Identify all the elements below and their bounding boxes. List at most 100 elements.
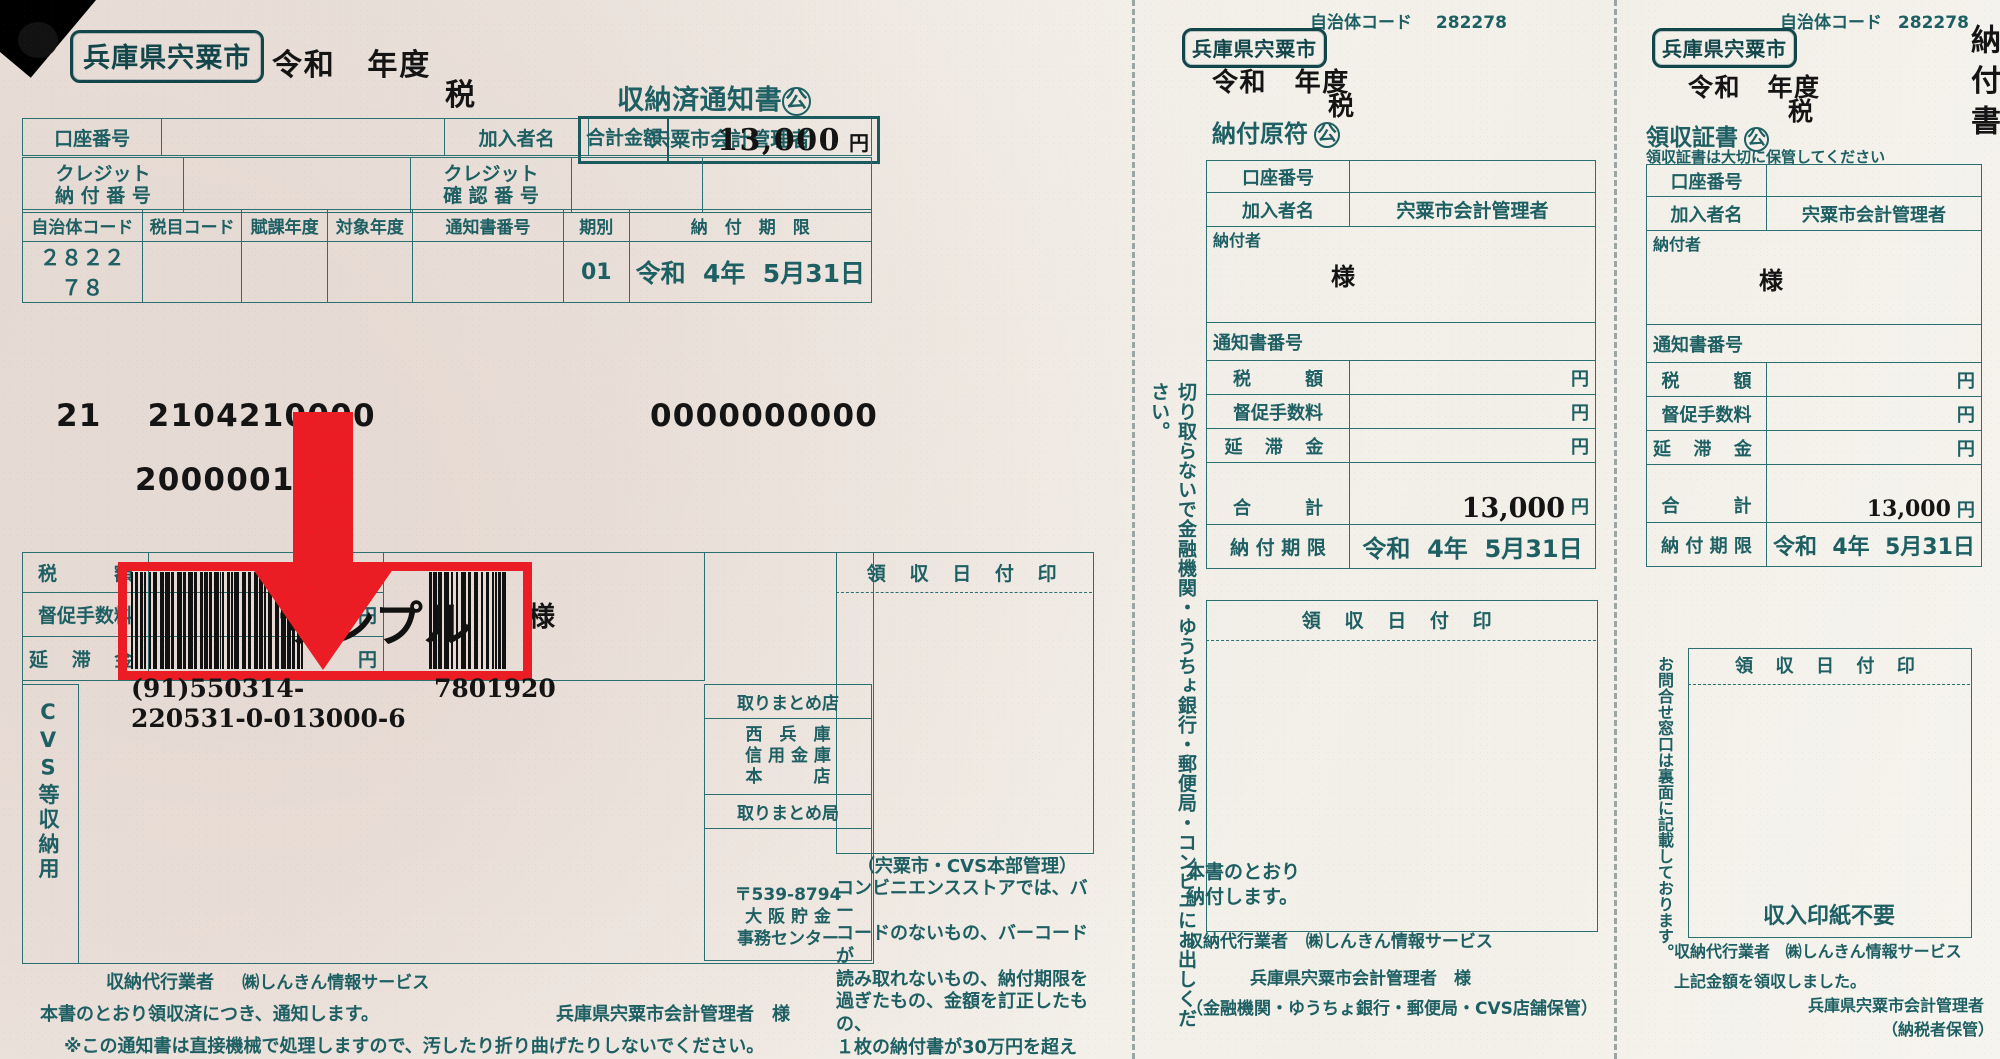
right-late-label: 延 滞 金 (1645, 430, 1768, 465)
right-stub-panel: 自治体コード 282278 兵庫県宍粟市 令和 年度 税 領収証書公 領収証書は… (1630, 0, 2000, 1059)
official-mark-icon: 公 (1314, 122, 1341, 149)
middle-member-label: 加入者名 (1206, 192, 1350, 227)
right-total-cell: 13,000 円 (1766, 464, 1982, 523)
right-reminder-unit: 円 (1956, 404, 1975, 426)
cvs-notes-line: 過ぎたもの、金額を訂正したもの、 (836, 991, 1088, 1036)
right-account-value[interactable] (1766, 164, 1982, 197)
right-total-row: 合 計 13,000 円 (1645, 464, 1982, 523)
main-municipality-stamp: 兵庫県宍粟市 (70, 30, 265, 83)
right-notice-no-row: 通知書番号 (1646, 324, 1982, 363)
right-payer-suffix: 様 (1759, 267, 1783, 295)
right-late-cell[interactable]: 円 (1766, 430, 1982, 465)
main-footer-authority: 兵庫県宍粟市会計管理者 様 (556, 1004, 790, 1025)
collector-post-label: 取りまとめ局 (704, 794, 872, 829)
collector-store-value-row: 西 兵 庫 信 用 金 庫 本 店 (704, 718, 872, 795)
total-amount-label: 合計金額 (581, 119, 669, 161)
credit-confirm-number-label: クレジット 確 認 番 号 (410, 157, 572, 213)
middle-payer-row: 納付者 様 (1206, 226, 1596, 323)
right-due-value: 令和 4年 5月31日 (1766, 522, 1982, 567)
barcode-number-lines: (91)550314- 220531-0-013000-6 (131, 674, 406, 733)
code-header-2: 賦課年度 (241, 209, 328, 242)
middle-notice-no-cell[interactable]: 通知書番号 (1206, 322, 1596, 361)
cvs-vertical-label: CVS等収納用 (36, 700, 60, 883)
middle-footer-agent-name: ㈱しんきん情報サービス (1305, 932, 1493, 952)
right-due-label: 納 付 期 限 (1645, 522, 1768, 567)
middle-payer-label: 納付者 (1213, 231, 1262, 250)
right-footer-line-3: 兵庫県宍粟市会計管理者 (1807, 996, 1984, 1015)
middle-stub-panel: 自治体コード 282278 兵庫県宍粟市 令和 年度 税 納付原符公 口座番号 … (1180, 0, 1610, 1059)
total-amount-value-wrap: 13,000 円 (669, 123, 877, 158)
right-contact-vertical-note: お問合せ窓口は裏面に記載しております。 (1655, 656, 1674, 960)
code-value-0: ２８２２７８ (22, 241, 143, 303)
right-member-value: 宍粟市会計管理者 (1766, 196, 1982, 231)
middle-due-row: 納 付 期 限 令和 4年 5月31日 (1206, 524, 1596, 569)
right-total-unit: 円 (1956, 500, 1975, 521)
middle-tax-cell[interactable]: 円 (1349, 360, 1596, 395)
middle-total-value: 13,000 (1461, 493, 1565, 524)
right-tax-char: 税 (1788, 97, 1814, 126)
middle-due-label: 納 付 期 限 (1206, 524, 1350, 569)
cvs-notes-title: （宍粟市・CVS本部管理） (856, 856, 1078, 877)
code-table-header-row: 自治体コード 税目コード 賦課年度 対象年度 通知書番号 期別 納 付 期 限 (22, 209, 873, 242)
right-receipt-stamp-label: 領 収 日 付 印 (1735, 656, 1923, 677)
right-receipt-stamp-box (1688, 648, 1972, 938)
middle-account-value[interactable] (1349, 160, 1596, 193)
cvs-notes-line: コンビニエンスストアでは、バー (836, 878, 1088, 922)
collector-store-line-1: 西 兵 庫 (745, 724, 831, 745)
right-tax-label: 税 額 (1645, 362, 1768, 397)
middle-total-label: 合 計 (1206, 462, 1350, 525)
code-value-3[interactable] (326, 241, 414, 303)
barcode-number-right: 7801920 (434, 674, 556, 703)
right-notice-no-cell[interactable]: 通知書番号 (1646, 324, 1982, 363)
middle-payer-suffix: 様 (1331, 263, 1355, 291)
code-value-6: 令和 4年 5月31日 (628, 241, 873, 303)
middle-statement-line-2: 納付します。 (1186, 885, 1299, 908)
right-member-label: 加入者名 (1645, 196, 1768, 231)
middle-tax-unit: 円 (1571, 368, 1589, 390)
code-value-1[interactable] (141, 241, 243, 303)
main-footer-row-2: 本書のとおり領収済につき、通知します。 兵庫県宍粟市会計管理者 様 (40, 1000, 830, 1026)
middle-reminder-cell[interactable]: 円 (1349, 394, 1596, 429)
right-amount-row: 延 滞 金 円 (1645, 430, 1982, 465)
cvs-notes-line: 読み取れないもの、納付期限を (836, 968, 1088, 990)
code-header-3: 対象年度 (326, 209, 414, 242)
code-header-6: 納 付 期 限 (628, 209, 873, 242)
main-era-line: 令和 年度 (272, 48, 431, 83)
code-value-2[interactable] (241, 241, 328, 303)
middle-late-cell[interactable]: 円 (1349, 428, 1596, 463)
right-total-label: 合 計 (1645, 464, 1768, 523)
account-number-label: 口座番号 (21, 118, 163, 156)
right-due-row: 納 付 期 限 令和 4年 5月31日 (1645, 522, 1982, 567)
code-value-5: 01 (562, 241, 630, 303)
main-receipt-stamp-divider (836, 592, 1092, 593)
right-footer: 収納代行業者 ㈱しんきん情報サービス 上記金額を領収しました。 兵庫県宍粟市会計… (1674, 940, 2000, 1042)
credit-confirm-number-value[interactable] (571, 157, 703, 213)
code-value-4[interactable] (412, 241, 564, 303)
credit-row-spacer (702, 157, 872, 213)
right-notice-no-label: 通知書番号 (1653, 334, 1743, 356)
right-receipt-stamp-divider (1688, 684, 1970, 685)
middle-stub-table: 口座番号 加入者名 宍粟市会計管理者 納付者 様 通知書番号 税 額 円 督促手… (1206, 160, 1596, 569)
middle-account-label: 口座番号 (1206, 160, 1350, 193)
right-payer-cell[interactable]: 納付者 様 (1646, 230, 1982, 325)
main-footer-agent-name: ㈱しんきん情報サービス (242, 973, 430, 993)
cvs-notes-body: コンビニエンスストアでは、バー コードのないもの、バーコードが 読み取れないもの… (836, 878, 1098, 1059)
middle-payer-cell[interactable]: 納付者 様 (1206, 226, 1596, 323)
right-footer-agent-row: 収納代行業者 ㈱しんきん情報サービス (1674, 940, 2000, 964)
right-account-row: 口座番号 (1645, 164, 1982, 197)
collector-store-value: 西 兵 庫 信 用 金 庫 本 店 (704, 718, 872, 795)
cut-line-right (1614, 0, 1617, 1059)
account-number-value[interactable] (161, 118, 445, 156)
total-amount-value: 13,000 (717, 122, 841, 158)
cvs-notes-block: （宍粟市・CVS本部管理） コンビニエンスストアでは、バー コードのないもの、バ… (836, 852, 1098, 1059)
credit-payment-number-value[interactable] (183, 157, 411, 213)
right-reminder-cell[interactable]: 円 (1766, 396, 1982, 431)
right-tax-cell[interactable]: 円 (1766, 362, 1982, 397)
main-tax-char: 税 (445, 78, 475, 113)
middle-notice-no-row: 通知書番号 (1206, 322, 1596, 361)
main-doc-title-text: 収納済通知書 (617, 85, 783, 116)
middle-member-row: 加入者名 宍粟市会計管理者 (1206, 192, 1596, 227)
official-mark-icon: 公 (782, 87, 812, 117)
middle-total-cell: 13,000 円 (1349, 462, 1596, 525)
cvs-notes-line: コードのないもの、バーコードが (836, 923, 1088, 968)
